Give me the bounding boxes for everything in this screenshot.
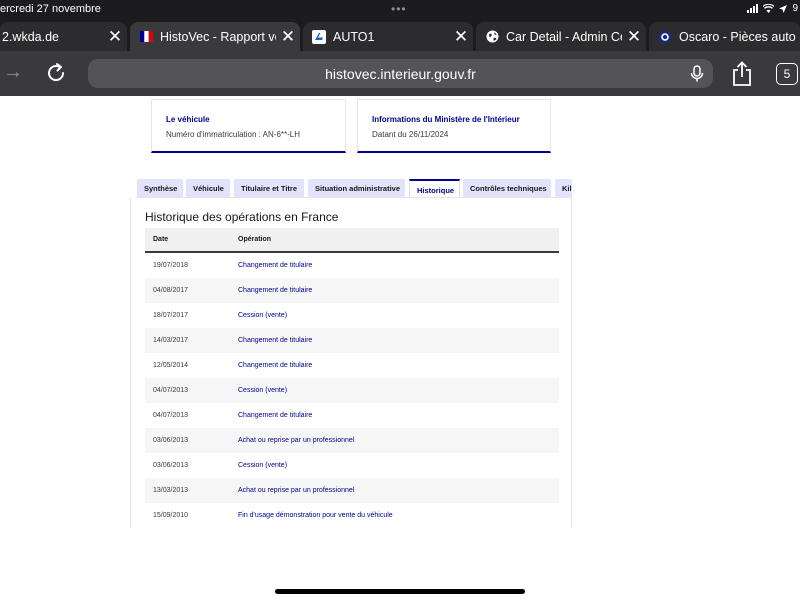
tab-synthese[interactable]: Synthèse: [137, 179, 183, 197]
row-operation: Changement de titulaire: [238, 337, 313, 344]
row-operation: Changement de titulaire: [238, 362, 313, 369]
browser-tab-oscaro[interactable]: Oscaro - Pièces auto: [649, 22, 800, 51]
row-operation: Achat ou reprise par un professionnel: [238, 437, 355, 444]
tab-titulaire-titre[interactable]: Titulaire et Titre: [234, 179, 304, 197]
vehicle-card-title: Le véhicule: [166, 115, 210, 124]
home-indicator[interactable]: [275, 589, 525, 594]
close-tab-icon[interactable]: ✕: [103, 27, 127, 47]
browser-toolbar: → histovec.interieur.gouv.fr 5: [0, 51, 800, 96]
table-row: 14/03/2017 Changement de titulaire: [145, 328, 559, 353]
location-icon: [779, 4, 788, 13]
row-operation: Cession (vente): [238, 462, 288, 469]
row-operation: Cession (vente): [238, 387, 288, 394]
status-bar: ercredi 27 novembre ••• 9: [0, 0, 800, 20]
row-operation: Changement de titulaire: [238, 287, 313, 294]
ministry-card-title: Informations du Ministère de l'Intérieur: [372, 115, 520, 124]
cellular-signal-icon: [747, 4, 759, 13]
tab-title: HistoVec - Rapport ve: [160, 29, 276, 44]
table-row: 04/08/2017 Changement de titulaire: [145, 278, 559, 303]
row-date: 04/07/2013: [153, 412, 189, 419]
table-row: 04/07/2013 Cession (vente): [145, 378, 559, 403]
table-header: Date Opération: [145, 228, 559, 253]
vehicle-card: Le véhicule Numéro d'immatriculation : A…: [151, 99, 346, 153]
microphone-icon[interactable]: [689, 65, 705, 83]
column-header-operation: Opération: [238, 236, 272, 243]
tab-title: Oscaro - Pièces auto: [679, 29, 796, 44]
registration-number: Numéro d'immatriculation : AN-6**-LH: [166, 130, 301, 139]
share-icon[interactable]: [731, 61, 753, 87]
report-tabs: Synthèse Véhicule Titulaire et Titre Sit…: [136, 179, 572, 198]
tab-title: AUTO1: [333, 29, 375, 44]
row-operation: Achat ou reprise par un professionnel: [238, 487, 355, 494]
row-operation: Cession (vente): [238, 312, 288, 319]
auto1-icon: [312, 29, 326, 44]
row-date: 04/08/2017: [153, 287, 189, 294]
battery-level: 9: [792, 3, 798, 14]
reload-icon[interactable]: [45, 62, 69, 86]
column-header-date: Date: [153, 236, 169, 243]
row-date: 14/03/2017: [153, 337, 189, 344]
browser-tab-car-detail[interactable]: Car Detail - Admin Cen ✕: [476, 22, 646, 51]
row-date: 03/06/2013: [153, 462, 189, 469]
tab-overview-button[interactable]: 5: [776, 63, 798, 85]
row-date: 12/05/2014: [153, 362, 189, 369]
data-date: Datant du 26/11/2024: [372, 130, 449, 139]
ministry-info-card: Informations du Ministère de l'Intérieur…: [357, 99, 551, 153]
row-operation: Fin d'usage démonstration pour vente du …: [238, 512, 393, 519]
table-row: 18/07/2017 Cession (vente): [145, 303, 559, 328]
tab-title: 2.wkda.de: [2, 29, 59, 44]
history-table: Date Opération 19/07/2018 Changement de …: [145, 228, 559, 528]
status-indicators: 9: [747, 3, 798, 14]
row-date: 15/09/2010: [153, 512, 189, 519]
tab-controles-techniques[interactable]: Contrôles techniques: [463, 179, 551, 197]
row-date: 03/06/2013: [153, 437, 189, 444]
row-operation: Changement de titulaire: [238, 262, 313, 269]
row-date: 19/07/2018: [153, 262, 189, 269]
history-title: Historique des opérations en France: [145, 210, 339, 224]
tab-vehicule[interactable]: Véhicule: [186, 179, 230, 197]
table-row: 15/09/2010 Fin d'usage démonstration pou…: [145, 503, 559, 528]
oscaro-icon: [658, 30, 672, 44]
browser-tab-bar: 2.wkda.de ✕ HistoVec - Rapport ve ✕ AUTO…: [0, 20, 800, 51]
tab-kilometrage[interactable]: Kil: [555, 179, 572, 197]
url-text: histovec.interieur.gouv.fr: [325, 65, 476, 82]
close-tab-icon[interactable]: ✕: [449, 27, 473, 47]
row-date: 18/07/2017: [153, 312, 189, 319]
french-flag-icon: [139, 30, 153, 44]
close-tab-icon[interactable]: ✕: [276, 27, 300, 47]
browser-tab-histovec[interactable]: HistoVec - Rapport ve ✕: [130, 22, 300, 51]
address-bar[interactable]: histovec.interieur.gouv.fr: [88, 59, 713, 88]
row-date: 04/07/2013: [153, 387, 189, 394]
row-date: 13/03/2013: [153, 487, 189, 494]
row-operation: Changement de titulaire: [238, 412, 313, 419]
wifi-icon: [763, 4, 775, 13]
table-row: 04/07/2013 Changement de titulaire: [145, 403, 559, 428]
status-date: ercredi 27 novembre: [0, 3, 101, 15]
browser-tab-auto1[interactable]: AUTO1 ✕: [303, 22, 473, 51]
table-row: 19/07/2018 Changement de titulaire: [145, 253, 559, 278]
tab-historique[interactable]: Historique: [409, 179, 460, 197]
browser-tab-wkda[interactable]: 2.wkda.de ✕: [0, 22, 127, 51]
multitasking-dots-icon[interactable]: •••: [391, 2, 407, 16]
history-panel: Historique des opérations en France Date…: [130, 198, 572, 528]
web-page: Le véhicule Numéro d'immatriculation : A…: [0, 96, 800, 600]
table-row: 12/05/2014 Changement de titulaire: [145, 353, 559, 378]
forward-arrow-icon[interactable]: →: [3, 61, 23, 85]
globe-icon: [485, 30, 499, 44]
table-row: 03/06/2013 Cession (vente): [145, 453, 559, 478]
tab-situation-administrative[interactable]: Situation administrative: [308, 179, 405, 197]
tab-title: Car Detail - Admin Cen: [506, 29, 622, 44]
table-row: 03/06/2013 Achat ou reprise par un profe…: [145, 428, 559, 453]
table-row: 13/03/2013 Achat ou reprise par un profe…: [145, 478, 559, 503]
close-tab-icon[interactable]: ✕: [622, 27, 646, 47]
